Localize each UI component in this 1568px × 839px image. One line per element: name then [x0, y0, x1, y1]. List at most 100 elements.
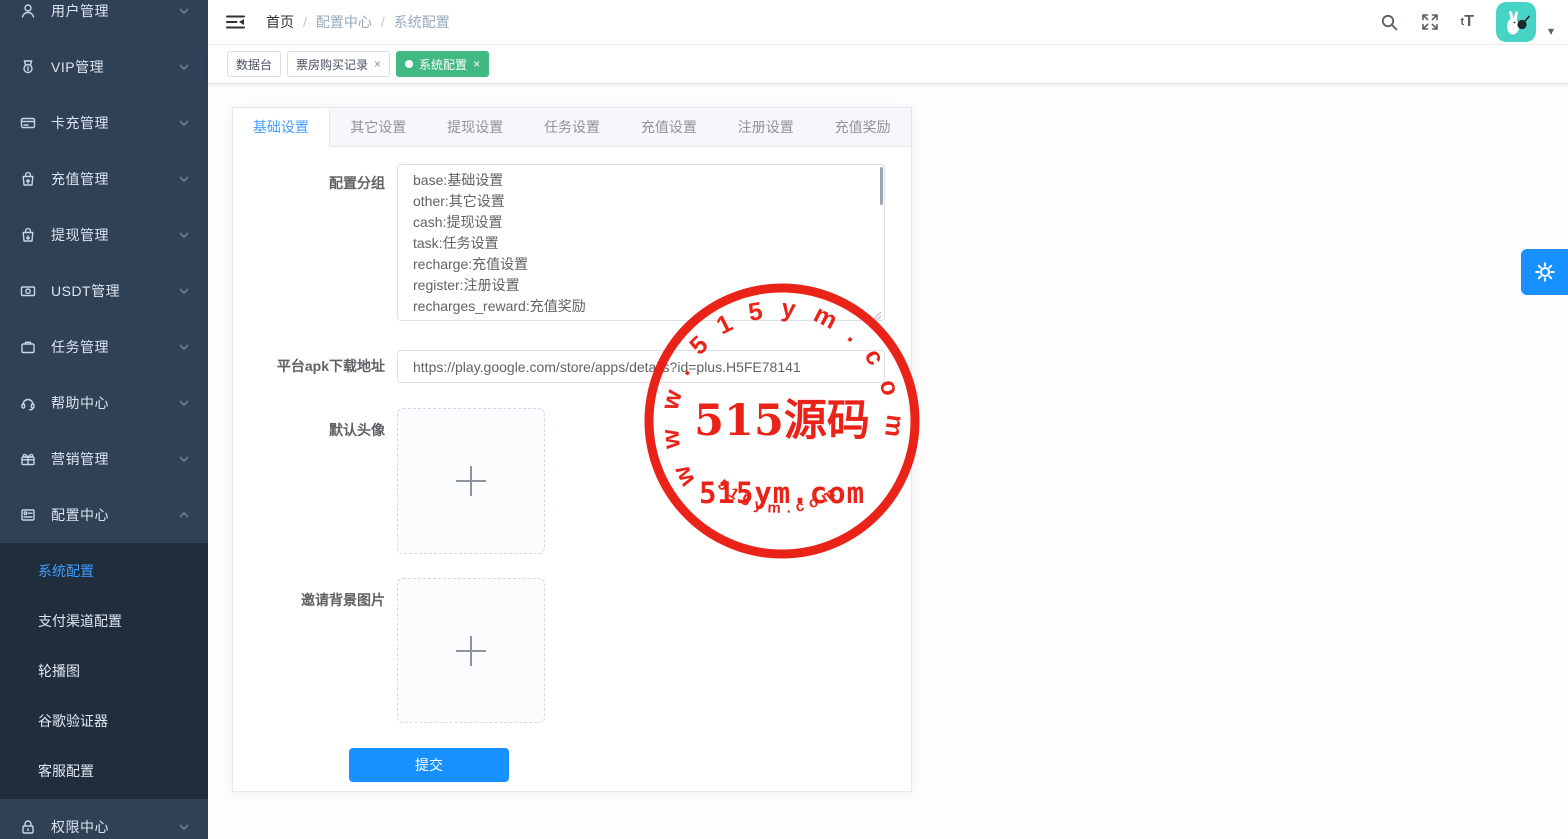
sidebar-item-payment-channel[interactable]: 支付渠道配置	[0, 596, 208, 646]
sidebar-item-label: 卡充管理	[51, 113, 178, 133]
settings-card-icon	[18, 505, 38, 525]
bag-arrow-down-icon	[18, 225, 38, 245]
sidebar-item-marketing[interactable]: 营销管理	[0, 431, 208, 487]
tab-other-settings[interactable]: 其它设置	[330, 108, 427, 147]
settings-card: 基础设置 其它设置 提现设置 任务设置 充值设置 注册设置 充值奖励 配置分组 …	[232, 107, 912, 792]
breadcrumb-config-center: 配置中心	[316, 12, 372, 32]
briefcase-icon	[18, 337, 38, 357]
plus-icon	[456, 466, 486, 496]
submenu-label: 轮播图	[38, 661, 80, 681]
sidebar-item-help[interactable]: 帮助中心	[0, 375, 208, 431]
sidebar-item-label: USDT管理	[51, 281, 178, 301]
tag-label: 数据台	[236, 56, 272, 73]
sidebar-item-recharge[interactable]: 充值管理	[0, 151, 208, 207]
apk-url-input[interactable]	[397, 350, 885, 383]
sidebar-item-system-config[interactable]: 系统配置	[0, 546, 208, 596]
config-groups-textarea[interactable]: base:基础设置 other:其它设置 cash:提现设置 task:任务设置…	[397, 164, 885, 321]
breadcrumb-separator: /	[381, 14, 385, 30]
form-row-invite-bg: 邀请背景图片	[233, 578, 911, 723]
avatar[interactable]	[1496, 2, 1536, 42]
theme-settings-fab[interactable]	[1521, 249, 1568, 295]
lock-icon	[18, 817, 38, 837]
tag-active-dot	[405, 60, 413, 68]
chevron-down-icon	[178, 285, 190, 297]
submit-button[interactable]: 提交	[349, 748, 509, 782]
sidebar-item-users[interactable]: 用户管理	[0, 0, 208, 39]
invite-bg-label: 邀请背景图片	[233, 578, 397, 723]
tag-dashboard[interactable]: 数据台	[227, 51, 281, 77]
headset-icon	[18, 393, 38, 413]
breadcrumb-home[interactable]: 首页	[266, 12, 294, 32]
tag-label: 系统配置	[419, 56, 467, 73]
chevron-down-icon	[178, 453, 190, 465]
sidebar-item-label: 配置中心	[51, 505, 178, 525]
tab-withdraw-settings[interactable]: 提现设置	[427, 108, 524, 147]
tab-basic-settings[interactable]: 基础设置	[233, 108, 330, 147]
chevron-down-icon	[178, 173, 190, 185]
breadcrumb-separator: /	[303, 14, 307, 30]
sidebar-item-customer-service[interactable]: 客服配置	[0, 746, 208, 796]
sidebar-item-carousel[interactable]: 轮播图	[0, 646, 208, 696]
chevron-down-icon	[178, 117, 190, 129]
default-avatar-upload[interactable]	[397, 408, 545, 554]
medal-icon	[18, 57, 38, 77]
sidebar-item-card-recharge[interactable]: 卡充管理	[0, 95, 208, 151]
sidebar-item-permission[interactable]: 权限中心	[0, 799, 208, 839]
form-submit-row: 提交	[233, 748, 911, 782]
invite-bg-upload[interactable]	[397, 578, 545, 723]
sidebar-item-usdt[interactable]: USDT管理	[0, 263, 208, 319]
submenu-label: 谷歌验证器	[38, 711, 108, 731]
sidebar-item-label: VIP管理	[51, 57, 178, 77]
sidebar-collapse-icon[interactable]	[226, 12, 248, 32]
form-row-apk-url: 平台apk下载地址	[233, 350, 911, 383]
bag-arrow-up-icon	[18, 169, 38, 189]
config-submenu: 系统配置 支付渠道配置 轮播图 谷歌验证器 客服配置	[0, 543, 208, 799]
plus-icon	[456, 636, 486, 666]
textarea-scrollbar-thumb[interactable]	[880, 167, 883, 205]
form-row-default-avatar: 默认头像	[233, 408, 911, 554]
gift-icon	[18, 449, 38, 469]
breadcrumb-system-config: 系统配置	[394, 12, 450, 32]
main-area: 首页 / 配置中心 / 系统配置 tT ▾	[208, 0, 1568, 839]
tab-task-settings[interactable]: 任务设置	[524, 108, 621, 147]
tab-recharge-settings[interactable]: 充值设置	[620, 108, 717, 147]
sidebar-item-label: 帮助中心	[51, 393, 178, 413]
chevron-down-icon	[178, 341, 190, 353]
fullscreen-icon[interactable]	[1421, 13, 1439, 31]
gear-icon	[1534, 261, 1556, 283]
sidebar-item-google-auth[interactable]: 谷歌验证器	[0, 696, 208, 746]
submenu-label: 客服配置	[38, 761, 94, 781]
sidebar-item-label: 权限中心	[51, 817, 178, 837]
sidebar-item-vip[interactable]: VIP管理	[0, 39, 208, 95]
user-icon	[18, 1, 38, 21]
close-icon[interactable]: ×	[473, 58, 480, 70]
chevron-down-icon	[178, 5, 190, 17]
submenu-label: 系统配置	[38, 561, 94, 581]
sidebar-item-tasks[interactable]: 任务管理	[0, 319, 208, 375]
tag-ticket-records[interactable]: 票房购买记录 ×	[287, 51, 390, 77]
page-content: 基础设置 其它设置 提现设置 任务设置 充值设置 注册设置 充值奖励 配置分组 …	[208, 84, 1568, 839]
apk-url-label: 平台apk下载地址	[233, 350, 397, 383]
caret-down-icon[interactable]: ▾	[1548, 24, 1554, 38]
config-groups-field-wrap: base:基础设置 other:其它设置 cash:提现设置 task:任务设置…	[397, 164, 885, 326]
tab-recharge-reward[interactable]: 充值奖励	[814, 108, 911, 147]
sidebar-item-withdraw[interactable]: 提现管理	[0, 207, 208, 263]
topbar: 首页 / 配置中心 / 系统配置 tT ▾	[208, 0, 1568, 45]
form-row-config-groups: 配置分组 base:基础设置 other:其它设置 cash:提现设置 task…	[233, 164, 911, 326]
credit-card-icon	[18, 113, 38, 133]
sidebar-item-label: 提现管理	[51, 225, 178, 245]
sidebar-item-config-center[interactable]: 配置中心	[0, 487, 208, 543]
sidebar-item-label: 充值管理	[51, 169, 178, 189]
sidebar-menu: 用户管理 VIP管理 卡充管理 充	[0, 0, 208, 839]
tag-system-config[interactable]: 系统配置 ×	[396, 51, 489, 77]
tab-register-settings[interactable]: 注册设置	[717, 108, 814, 147]
sidebar-item-label: 任务管理	[51, 337, 178, 357]
sidebar-item-label: 营销管理	[51, 449, 178, 469]
tag-label: 票房购买记录	[296, 56, 368, 73]
app-root: 用户管理 VIP管理 卡充管理 充	[0, 0, 1568, 839]
font-size-icon[interactable]: tT	[1461, 13, 1474, 31]
breadcrumb: 首页 / 配置中心 / 系统配置	[266, 12, 450, 32]
topbar-actions: tT ▾	[1358, 2, 1554, 42]
close-icon[interactable]: ×	[374, 58, 381, 70]
search-icon[interactable]	[1380, 13, 1399, 32]
